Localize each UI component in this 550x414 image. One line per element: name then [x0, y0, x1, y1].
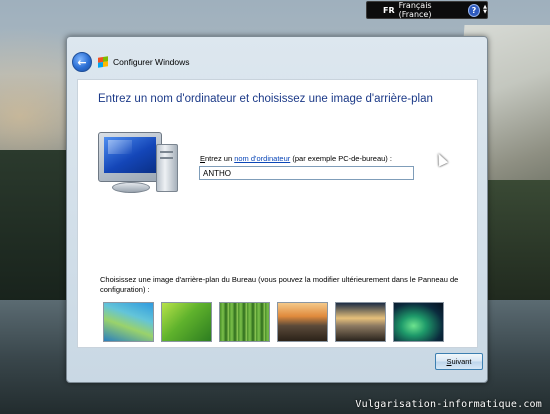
- background-thumbnail-aurora-blue[interactable]: [103, 302, 154, 342]
- setup-window: ← Configurer Windows Entrez un nom d'ord…: [66, 36, 488, 383]
- page-heading: Entrez un nom d'ordinateur et choisissez…: [98, 93, 433, 105]
- window-footer: Suivant: [77, 347, 483, 377]
- language-code: FR: [383, 5, 395, 15]
- language-name: Français (France): [398, 1, 432, 19]
- computer-name-input[interactable]: [199, 166, 414, 180]
- window-title: Configurer Windows: [113, 57, 190, 67]
- background-picker: [103, 302, 453, 342]
- background-thumbnail-sunset[interactable]: [277, 302, 328, 342]
- windows-logo-icon: [98, 56, 108, 68]
- background-label: Choisissez une image d'arrière-plan du B…: [100, 275, 459, 294]
- watermark: Vulgarisation-informatique.com: [355, 399, 542, 410]
- computer-icon: [98, 126, 188, 198]
- language-bar[interactable]: FR Français (France) ? ▲ ▼: [366, 1, 488, 19]
- window-titlebar: ← Configurer Windows: [67, 37, 487, 81]
- next-button[interactable]: Suivant: [435, 353, 483, 370]
- computer-name-label: Entrez un nom d'ordinateur (par exemple …: [200, 154, 392, 163]
- background-thumbnail-mountain[interactable]: [335, 302, 386, 342]
- background-thumbnail-bamboo[interactable]: [219, 302, 270, 342]
- background-thumbnail-green-leaf[interactable]: [161, 302, 212, 342]
- background-thumbnail-northern-lights[interactable]: [393, 302, 444, 342]
- language-menu-arrows-icon[interactable]: ▲ ▼: [483, 5, 487, 15]
- computer-name-help-link[interactable]: nom d'ordinateur: [234, 154, 290, 163]
- back-arrow-icon: ←: [77, 55, 87, 69]
- help-icon[interactable]: ?: [467, 3, 481, 17]
- content-panel: Entrez un nom d'ordinateur et choisissez…: [77, 79, 478, 348]
- back-button[interactable]: ←: [72, 52, 92, 72]
